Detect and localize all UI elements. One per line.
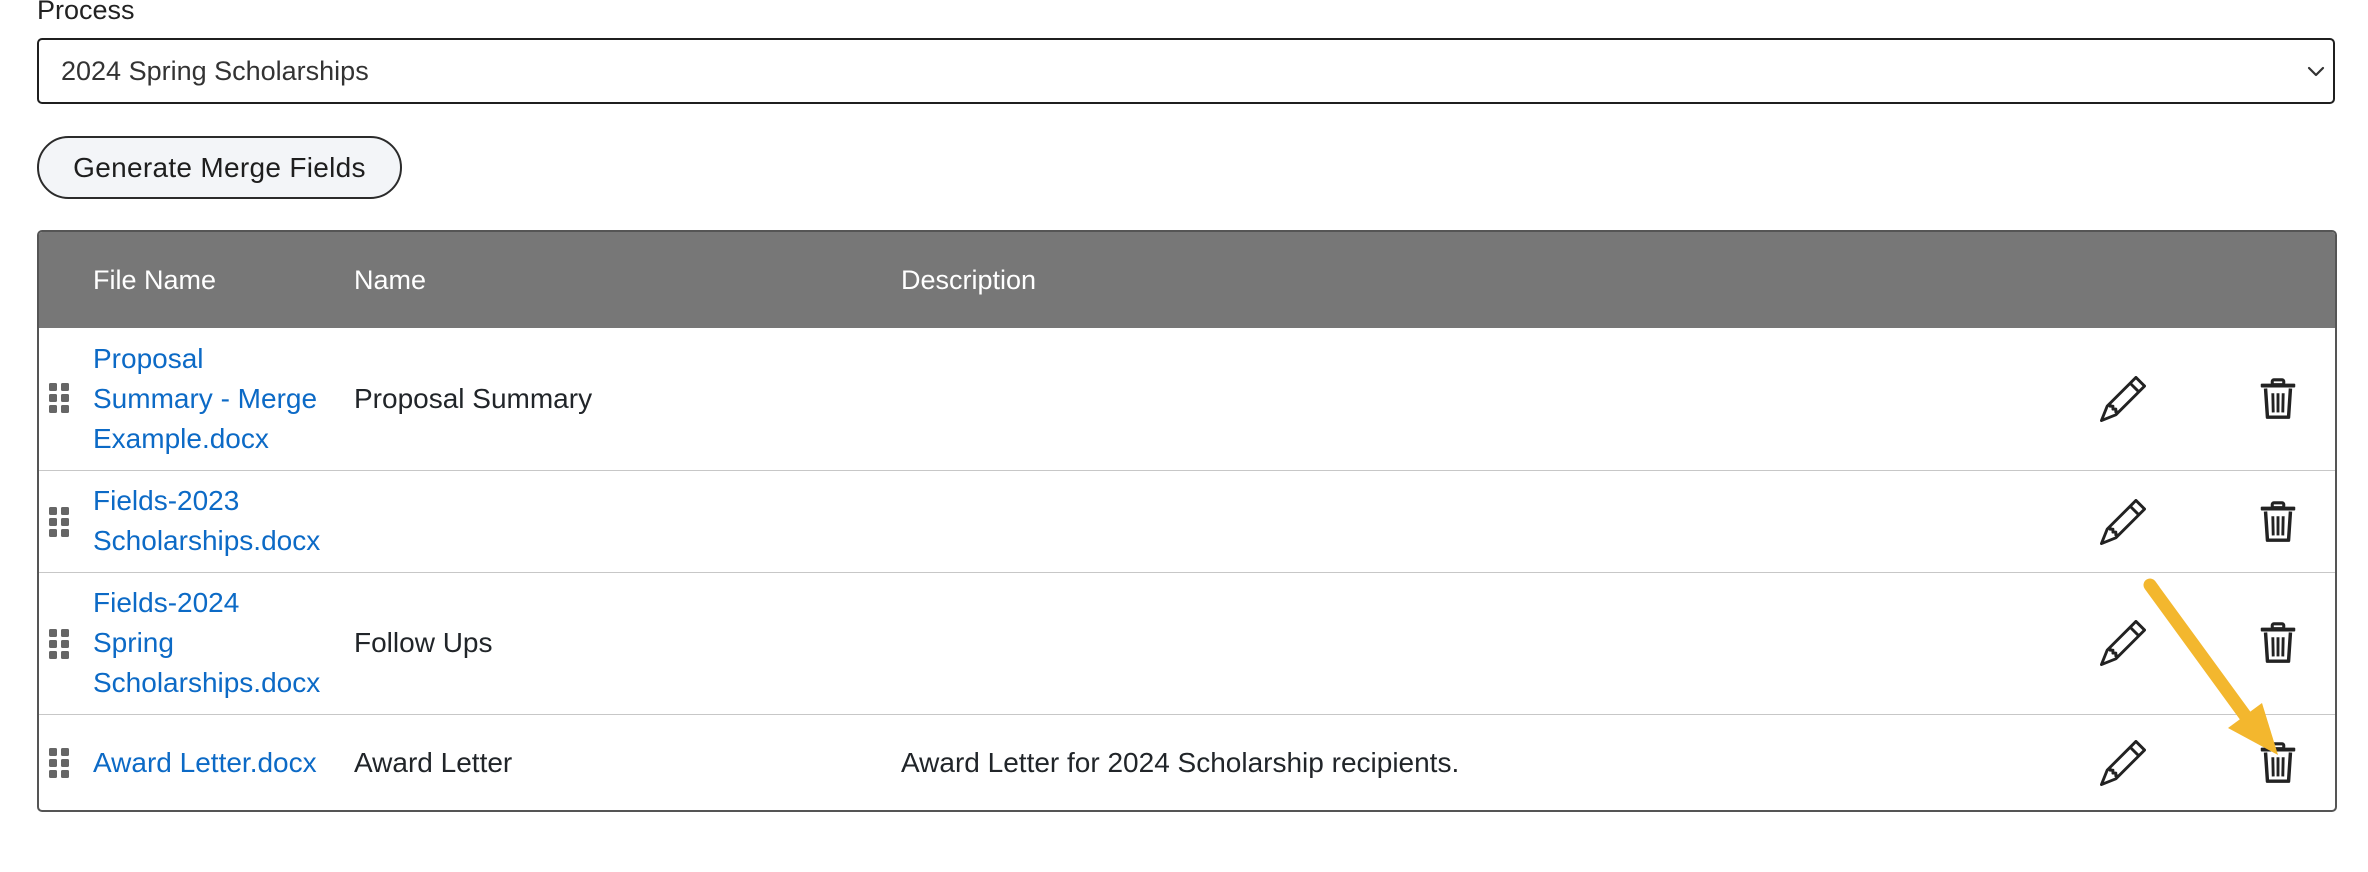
file-link[interactable]: Fields-2024 Spring Scholarships.docx (93, 583, 343, 703)
chevron-down-icon (2307, 66, 2325, 77)
header-name[interactable]: Name (354, 232, 426, 328)
file-link[interactable]: Award Letter.docx (93, 743, 353, 783)
pencil-icon[interactable] (2100, 499, 2146, 545)
row-name: Proposal Summary (354, 383, 593, 414)
file-link-line: Spring (93, 627, 174, 658)
file-link-line: Example.docx (93, 423, 269, 454)
file-link-line: Award Letter.docx (93, 747, 317, 778)
generate-merge-fields-button[interactable]: Generate Merge Fields (37, 136, 402, 199)
file-link-line: Scholarships.docx (93, 667, 321, 698)
row-name: Award Letter (354, 747, 513, 778)
drag-handle-icon[interactable] (48, 747, 70, 779)
drag-handle-icon[interactable] (48, 628, 70, 660)
row-name: Follow Ups (354, 627, 493, 658)
file-link[interactable]: Fields-2023 Scholarships.docx (93, 481, 343, 561)
file-link-line: Proposal (93, 343, 204, 374)
header-file-name[interactable]: File Name (93, 232, 216, 328)
file-link-line: Fields-2023 (93, 485, 240, 516)
table-row: Fields-2024 Spring Scholarships.docx Fol… (39, 572, 2335, 714)
trash-icon[interactable] (2255, 620, 2301, 666)
page: Process 2024 Spring Scholarships Generat… (0, 0, 2368, 872)
table-row: Award Letter.docx Award Letter Award Let… (39, 714, 2335, 810)
file-link-line: Scholarships.docx (93, 525, 321, 556)
trash-icon[interactable] (2255, 740, 2301, 786)
pencil-icon[interactable] (2100, 620, 2146, 666)
pencil-icon[interactable] (2100, 376, 2146, 422)
process-label: Process (37, 0, 135, 25)
row-description: Award Letter for 2024 Scholarship recipi… (901, 747, 1460, 778)
drag-handle-icon[interactable] (48, 506, 70, 538)
pencil-icon[interactable] (2100, 740, 2146, 786)
drag-handle-icon[interactable] (48, 382, 70, 414)
table-header: File Name Name Description (39, 232, 2335, 328)
file-link[interactable]: Proposal Summary - Merge Example.docx (93, 339, 343, 459)
file-link-line: Summary - Merge (93, 383, 318, 414)
table-row: Proposal Summary - Merge Example.docx Pr… (39, 328, 2335, 470)
file-link-line: Fields-2024 (93, 587, 240, 618)
process-select-value: 2024 Spring Scholarships (61, 56, 369, 86)
trash-icon[interactable] (2255, 499, 2301, 545)
trash-icon[interactable] (2255, 376, 2301, 422)
table-row: Fields-2023 Scholarships.docx (39, 470, 2335, 572)
merge-documents-table: File Name Name Description Proposal Summ… (37, 230, 2337, 812)
process-select[interactable]: 2024 Spring Scholarships (37, 38, 2335, 104)
header-description[interactable]: Description (901, 232, 1036, 328)
